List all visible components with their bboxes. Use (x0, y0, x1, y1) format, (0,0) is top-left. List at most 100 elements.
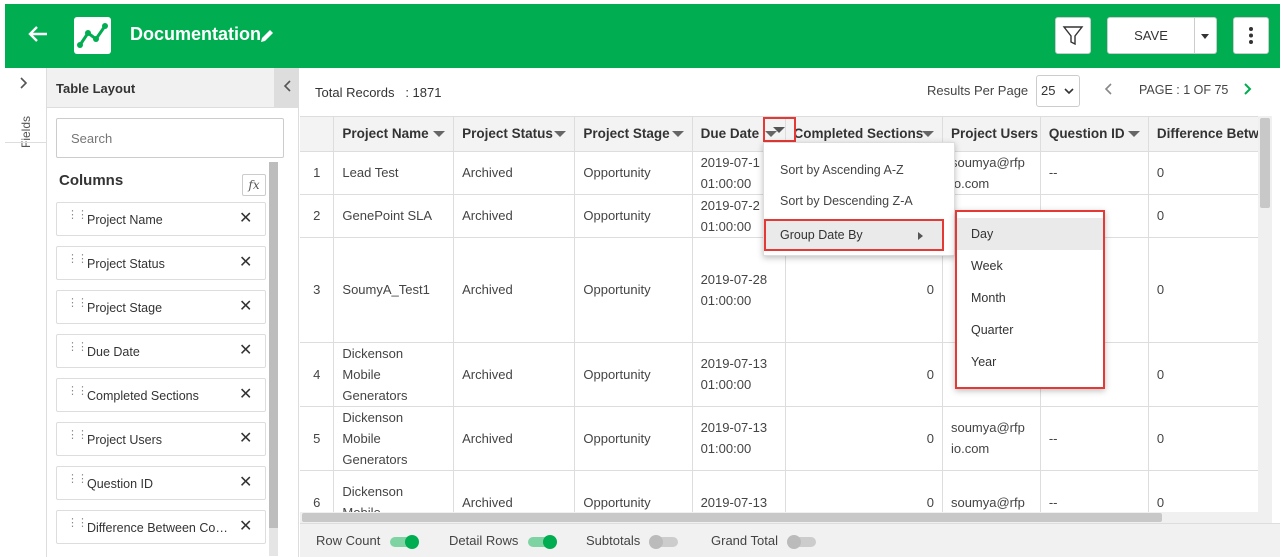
save-options-button[interactable] (1195, 17, 1217, 54)
group-option-day[interactable]: Day (957, 218, 1103, 250)
fields-label[interactable]: Fields (19, 116, 33, 148)
save-button[interactable]: SAVE (1107, 17, 1195, 54)
drag-handle-icon[interactable]: ⋮⋮ (67, 298, 88, 309)
cell-due: 2019-07-13 01:00:00 (692, 342, 786, 407)
header-label: Due Date (700, 126, 760, 142)
column-item[interactable]: ⋮⋮ Project Users ✕ (56, 422, 266, 456)
close-icon[interactable]: ✕ (239, 211, 252, 227)
cell-users: soumya@rfp io.com (942, 406, 1041, 471)
column-item[interactable]: ⋮⋮ Project Stage ✕ (56, 290, 266, 324)
header-question-id[interactable]: Question ID (1040, 117, 1149, 152)
table-row[interactable]: 4 Dickenson Mobile Generators Archived Oppo… (300, 342, 1260, 407)
caret-down-icon (773, 127, 785, 133)
panel-header: Table Layout (47, 68, 299, 108)
drag-handle-icon[interactable]: ⋮⋮ (67, 342, 88, 353)
cell-due: 2019-07-13 (692, 470, 786, 512)
scrollbar-thumb[interactable] (269, 162, 278, 528)
header-label: Completed Sections (793, 126, 924, 142)
row-count-toggle[interactable] (390, 534, 420, 549)
cell-idx: 6 (300, 470, 335, 512)
drag-handle-icon[interactable]: ⋮⋮ (67, 210, 88, 221)
sort-ascending-item[interactable]: Sort by Ascending A-Z (780, 163, 904, 177)
cell-status: Archived (453, 406, 576, 471)
drag-handle-icon[interactable]: ⋮⋮ (67, 254, 88, 265)
column-name: Completed Sections (87, 389, 199, 403)
toggle-knob (786, 534, 801, 549)
drag-handle-icon[interactable]: ⋮⋮ (67, 474, 88, 485)
header-difference[interactable]: Difference Betw (1148, 117, 1260, 152)
header-project-stage[interactable]: Project Stage (574, 117, 693, 152)
column-name: Difference Between Com... (87, 521, 235, 535)
column-item[interactable]: ⋮⋮ Completed Sections ✕ (56, 378, 266, 412)
results-per-page-select[interactable]: 25 (1036, 75, 1080, 107)
header-project-name[interactable]: Project Name (333, 117, 455, 152)
table-layout-panel: Table Layout Columns fx ⋮⋮Project Name✕ … (47, 68, 299, 557)
panel-scrollbar[interactable] (269, 162, 278, 556)
close-icon[interactable]: ✕ (239, 343, 252, 359)
sort-caret-icon[interactable] (921, 131, 934, 137)
group-date-by-item[interactable]: Group Date By (764, 219, 944, 251)
cell-idx: 4 (300, 342, 335, 407)
detail-rows-toggle[interactable] (528, 534, 558, 549)
scrollbar-thumb[interactable] (1260, 118, 1270, 208)
group-option-week[interactable]: Week (957, 250, 1103, 282)
cell-diff: 0 (1148, 342, 1260, 407)
total-records-value: : 1871 (405, 85, 442, 100)
column-item[interactable]: ⋮⋮ Project Status ✕ (56, 246, 266, 280)
due-date-menu-trigger[interactable] (763, 117, 796, 142)
header-project-users[interactable]: Project Users (942, 117, 1041, 152)
back-arrow-icon[interactable] (27, 23, 53, 49)
edit-pencil-icon[interactable] (259, 28, 275, 44)
cell-name: Dickenson Mobile (333, 470, 455, 512)
close-icon[interactable]: ✕ (239, 431, 252, 447)
column-item[interactable]: ⋮⋮ Difference Between Com... ✕ (56, 510, 266, 544)
search-input[interactable] (56, 118, 284, 158)
toggle-knob (405, 534, 420, 549)
table-vertical-scrollbar[interactable] (1258, 116, 1272, 512)
group-option-year[interactable]: Year (957, 346, 1103, 378)
drag-handle-icon[interactable]: ⋮⋮ (67, 430, 88, 441)
cell-stage: Opportunity (574, 151, 693, 195)
fields-rail: Fields (5, 68, 47, 557)
expand-chevron-icon[interactable] (19, 76, 29, 93)
close-icon[interactable]: ✕ (239, 255, 252, 271)
header-label: Project Status (462, 126, 553, 142)
table-horizontal-scrollbar[interactable] (300, 512, 1272, 523)
table-row[interactable]: 6Dickenson MobileArchivedOpportunity2019… (300, 470, 1260, 512)
table-row[interactable]: 5 Dickenson Mobile Generators Archived Oppo… (300, 406, 1260, 471)
previous-page-button[interactable] (1103, 81, 1113, 102)
close-icon[interactable]: ✕ (239, 387, 252, 403)
column-item[interactable]: ⋮⋮ Project Name ✕ (56, 202, 266, 236)
drag-handle-icon[interactable]: ⋮⋮ (67, 386, 88, 397)
chevron-down-icon (1064, 76, 1074, 118)
subtotals-toggle-group: Subtotals (586, 533, 679, 549)
cell-qid: -- (1040, 406, 1149, 471)
sort-caret-icon[interactable] (1127, 131, 1140, 137)
close-icon[interactable]: ✕ (239, 299, 252, 315)
column-name: Project Name (87, 213, 163, 227)
close-icon[interactable]: ✕ (239, 475, 252, 491)
formula-button[interactable]: fx (242, 174, 266, 196)
scrollbar-thumb[interactable] (302, 513, 1162, 522)
more-options-button[interactable] (1233, 17, 1269, 54)
grand-total-toggle[interactable] (786, 534, 816, 549)
column-item[interactable]: ⋮⋮ Due Date ✕ (56, 334, 266, 368)
drag-handle-icon[interactable]: ⋮⋮ (67, 518, 88, 529)
sort-caret-icon[interactable] (433, 131, 446, 137)
sort-caret-icon[interactable] (554, 131, 567, 137)
sort-descending-item[interactable]: Sort by Descending Z-A (780, 194, 913, 208)
column-item[interactable]: ⋮⋮ Question ID ✕ (56, 466, 266, 500)
group-option-month[interactable]: Month (957, 282, 1103, 314)
header-label: Project Name (342, 126, 429, 142)
group-option-quarter[interactable]: Quarter (957, 314, 1103, 346)
filter-button[interactable] (1055, 17, 1091, 54)
next-page-button[interactable] (1243, 81, 1253, 102)
subtotals-toggle[interactable] (649, 534, 679, 549)
collapse-panel-button[interactable] (274, 68, 299, 108)
cell-stage: Opportunity (574, 342, 693, 407)
cell-name: GenePoint SLA (333, 194, 455, 238)
sort-caret-icon[interactable] (671, 131, 684, 137)
row-count-label: Row Count (316, 533, 381, 548)
header-project-status[interactable]: Project Status (453, 117, 576, 152)
close-icon[interactable]: ✕ (239, 519, 252, 535)
